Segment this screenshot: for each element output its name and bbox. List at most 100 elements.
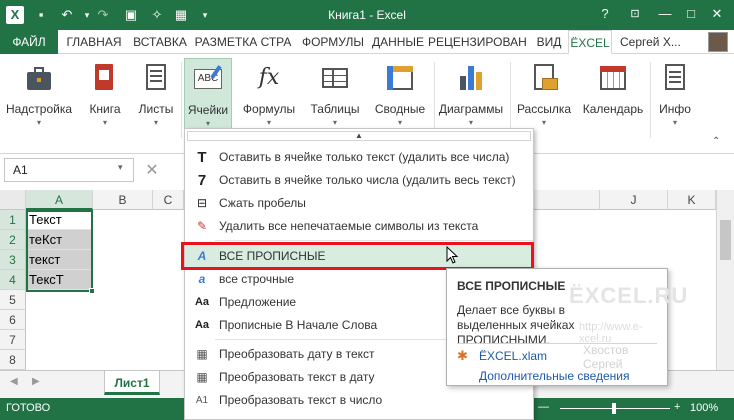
row-header[interactable]: 8 (0, 350, 26, 370)
sheet-next-icon[interactable]: ▶ (32, 376, 40, 387)
ribbon-button-book[interactable]: Книга ▾ (82, 58, 128, 138)
book-icon (89, 62, 121, 94)
ribbon-button-sheets[interactable]: Листы ▾ (134, 58, 178, 138)
row-header[interactable]: 2 (0, 230, 26, 250)
maximize-button[interactable]: □ (680, 4, 702, 24)
fill-handle[interactable] (89, 288, 95, 294)
ribbon-label: Календарь (582, 102, 644, 116)
ribbon-button-formulas[interactable]: fx Формулы ▾ (238, 58, 300, 138)
number-icon: 7 (197, 172, 207, 189)
ribbon-label: Листы (138, 102, 174, 116)
menu-item-label: Преобразовать текст в число (219, 393, 383, 407)
menu-item-trim-spaces[interactable]: ⊟ Сжать пробелы (185, 192, 533, 215)
close-button[interactable]: ✕ (706, 4, 728, 24)
row-header[interactable]: 4 (0, 270, 26, 290)
user-name[interactable]: Сергей Х... (620, 30, 681, 54)
tab-formulas[interactable]: ФОРМУЛЫ (298, 30, 368, 54)
zoom-slider-thumb[interactable] (612, 403, 616, 414)
menu-item-label: Оставить в ячейке только текст (удалить … (219, 150, 510, 164)
lowercase-icon: a (198, 272, 206, 286)
tab-page-layout[interactable]: РАЗМЕТКА СТРА (192, 30, 294, 54)
ribbon-label: Ячейки (187, 103, 229, 117)
ribbon-button-info[interactable]: Инфо ▾ (652, 58, 698, 138)
ribbon-label: Книга (89, 102, 121, 116)
ribbon-separator (181, 62, 182, 138)
menu-item-keep-text[interactable]: T Оставить в ячейке только текст (удалит… (185, 146, 533, 169)
pivot-icon (384, 62, 416, 94)
menu-item-label: все строчные (219, 272, 295, 286)
tooltip: ЁXCEL.RU http://www.e-xcel.ru Хвостов Се… (446, 268, 687, 386)
ribbon-separator (434, 62, 435, 138)
tooltip-more-info-link[interactable]: Дополнительные сведения (479, 369, 629, 383)
select-all-corner[interactable] (0, 190, 26, 210)
scrollbar-thumb[interactable] (720, 220, 731, 260)
ribbon-button-pivot[interactable]: Сводные ▾ (370, 58, 430, 138)
column-header[interactable] (534, 190, 600, 210)
column-header[interactable]: C (153, 190, 184, 210)
sheet-tab[interactable]: Лист1 (104, 371, 160, 395)
ribbon-display-icon[interactable]: ⊡ (624, 4, 646, 24)
help-button[interactable]: ? (594, 4, 616, 24)
menu-item-label: Прописные В Начале Слова (219, 318, 378, 332)
menu-item-keep-numbers[interactable]: 7 Оставить в ячейке только числа (удалит… (185, 169, 533, 192)
row-header[interactable]: 1 (0, 210, 26, 230)
row-header[interactable]: 7 (0, 330, 26, 350)
name-box[interactable]: A1 (4, 158, 134, 182)
tab-excel-addin[interactable]: ЁXCEL (568, 30, 612, 54)
column-header[interactable]: J (600, 190, 668, 210)
tab-home[interactable]: ГЛАВНАЯ (62, 30, 126, 54)
chevron-down-icon: ▾ (205, 119, 210, 128)
zoom-out-button[interactable]: — (538, 401, 549, 413)
ribbon-button-tables[interactable]: Таблицы ▾ (304, 58, 366, 138)
chevron-down-icon: ▾ (153, 118, 158, 127)
menu-item-label: Удалить все непечатаемые символы из текс… (219, 219, 479, 233)
compress-spaces-icon: ⊟ (196, 196, 208, 210)
collapse-ribbon-icon[interactable]: ⌃ (712, 136, 720, 147)
menu-separator (215, 240, 533, 241)
ribbon-button-calendar[interactable]: Календарь (580, 58, 646, 138)
zoom-level[interactable]: 100% (690, 402, 718, 414)
chevron-down-icon[interactable]: ▾ (118, 162, 123, 173)
menu-item-remove-nonprintable[interactable]: ✎ Удалить все непечатаемые символы из те… (185, 215, 533, 238)
ribbon-label: Таблицы (310, 102, 360, 116)
sheet-prev-icon[interactable]: ◀ (10, 376, 18, 387)
mouse-cursor-icon (446, 246, 459, 264)
column-header[interactable]: A (26, 190, 93, 210)
tooltip-addin-name: ЁXCEL.xlam (479, 349, 548, 363)
tooltip-divider (457, 343, 657, 344)
menu-item-label: Преобразовать дату в текст (219, 347, 375, 361)
minimize-button[interactable]: — (654, 4, 676, 24)
ribbon-button-charts[interactable]: Диаграммы ▾ (436, 58, 506, 138)
zoom-in-button[interactable]: + (674, 401, 680, 413)
ribbon-button-mailing[interactable]: Рассылка ▾ (512, 58, 576, 138)
menu-item-text-to-number[interactable]: A1 Преобразовать текст в число (185, 389, 533, 412)
tab-insert[interactable]: ВСТАВКА (130, 30, 190, 54)
text-to-number-icon: A1 (195, 395, 209, 406)
tooltip-title: ВСЕ ПРОПИСНЫЕ (457, 279, 566, 293)
ribbon-button-cells[interactable]: ABC Ячейки ▾ (184, 58, 232, 138)
menu-item-label: Преобразовать текст в дату (219, 370, 375, 384)
row-header[interactable]: 6 (0, 310, 26, 330)
fx-icon: fx (258, 65, 280, 90)
avatar[interactable] (708, 32, 728, 52)
row-header[interactable]: 5 (0, 290, 26, 310)
ribbon-label: Надстройка (5, 102, 73, 116)
tab-file[interactable]: ФАЙЛ (0, 30, 58, 54)
ribbon-button-addins[interactable]: Надстройка ▾ (4, 58, 74, 138)
tab-review[interactable]: РЕЦЕНЗИРОВАН (428, 30, 527, 54)
row-header[interactable]: 3 (0, 250, 26, 270)
vertical-scrollbar[interactable] (716, 190, 734, 370)
chevron-down-icon: ▾ (397, 118, 402, 127)
chevron-down-icon: ▾ (102, 118, 107, 127)
menu-scroll-up-icon[interactable]: ▲ (187, 131, 531, 141)
tab-view[interactable]: ВИД (532, 30, 566, 54)
calendar-icon: ▦ (196, 347, 208, 361)
cancel-icon[interactable]: ✕ (142, 160, 162, 180)
column-header[interactable]: K (668, 190, 716, 210)
chevron-down-icon: ▾ (36, 118, 41, 127)
calendar-icon (597, 62, 629, 94)
tables-icon (319, 62, 351, 94)
sheets-icon (140, 62, 172, 94)
column-header[interactable]: B (93, 190, 153, 210)
tab-data[interactable]: ДАННЫЕ (370, 30, 426, 54)
